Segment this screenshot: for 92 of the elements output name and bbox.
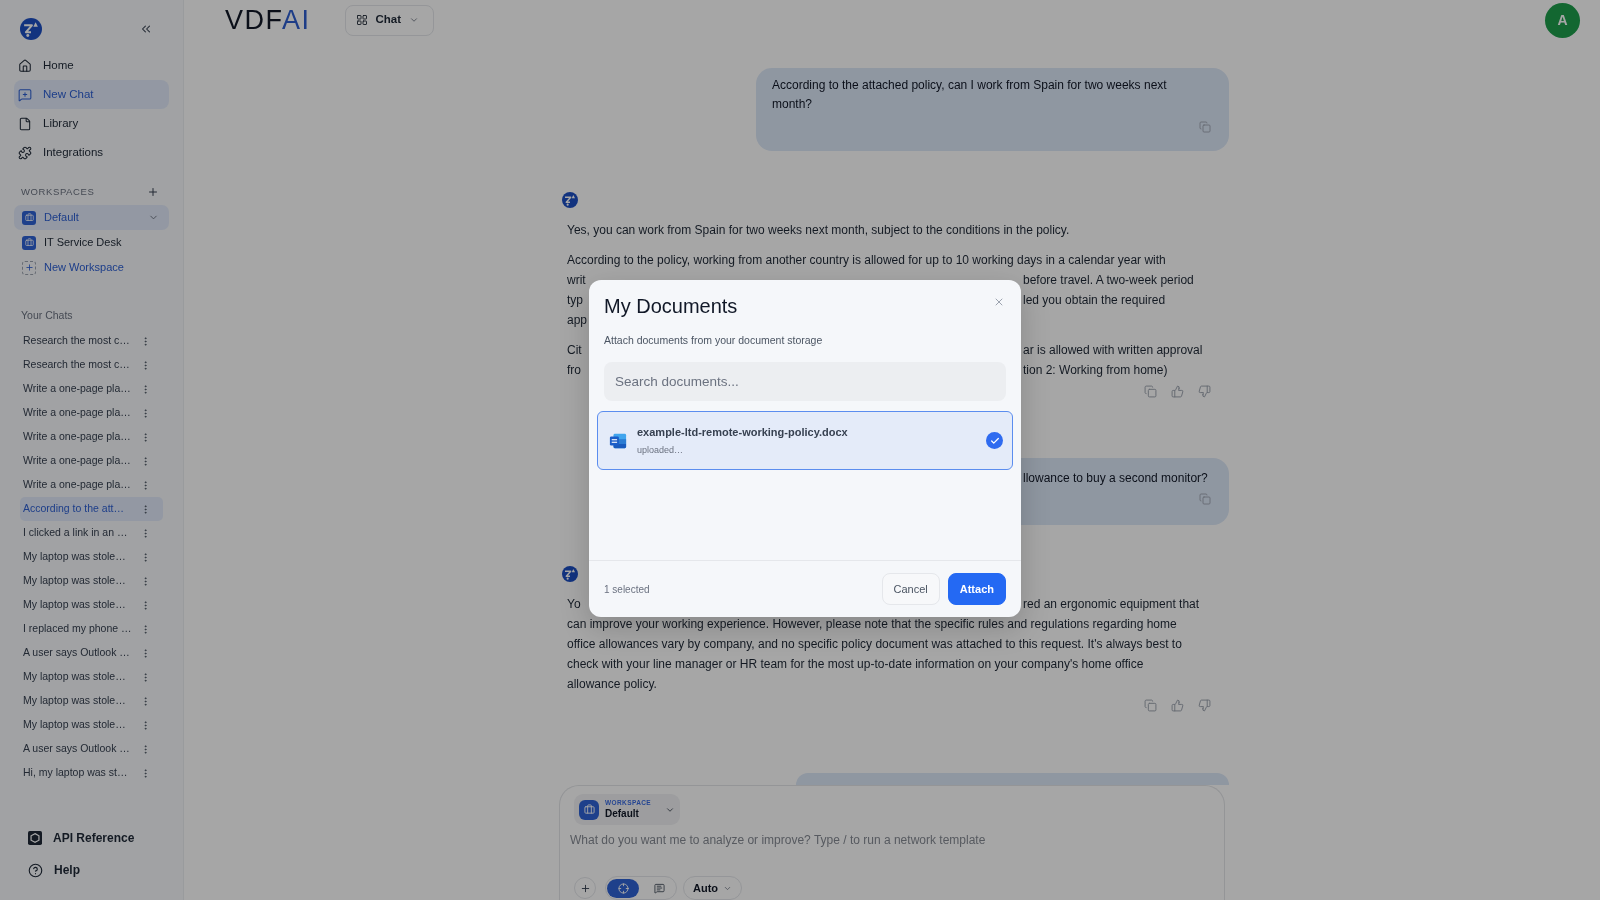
message-input[interactable]: What do you want me to analyze or improve? Type / to run a network template (570, 832, 1206, 848)
attach-button[interactable]: Attach (947, 573, 1006, 605)
chat-item[interactable]: My laptop was stole… (20, 593, 163, 617)
chat-item[interactable]: Write a one-page pla… (20, 425, 163, 449)
dialog-subtitle: Attach documents from your document storage (604, 333, 823, 347)
puzzle-icon (18, 145, 32, 160)
mode-selector[interactable]: Chat (344, 4, 434, 36)
hexagon-icon (28, 831, 42, 845)
nav-item[interactable]: Home (14, 51, 169, 80)
message-text: app (567, 313, 588, 327)
message-text: led you obtain the required (1023, 292, 1166, 309)
message-text: According to the policy, working from another country is allowed for up to 10 working days in a calendar year with (567, 252, 1166, 269)
briefcase-icon (579, 799, 599, 820)
chat-item[interactable]: Write a one-page pla… (20, 377, 163, 401)
message-text: According to the attached policy, can I work from Spain for two weeks next month? (772, 77, 1168, 113)
copy-icon[interactable] (1199, 121, 1211, 133)
chat-item[interactable]: My laptop was stole… (20, 545, 163, 569)
chat-item[interactable]: I replaced my phone … (20, 617, 163, 641)
briefcase-icon (22, 210, 36, 225)
message-text: can improve your working experience. However, please note that the specific rules and regulations regarding home office allowances vary by company, and no specific policy document was attached to this request. It's always best to check with your line manager or HR team for the most up-to-date information on your company's home office allowance policy. (567, 616, 1182, 693)
chat-item[interactable]: Write a one-page pla… (20, 473, 163, 497)
chat-item[interactable]: Hi, my laptop was st… (20, 761, 163, 785)
copy-icon[interactable] (1144, 699, 1157, 712)
workspace-item[interactable]: Default (14, 205, 169, 230)
chat-item[interactable]: A user says Outlook … (20, 737, 163, 761)
section-heading: WORKSPACES (21, 184, 95, 199)
thumbs-down-icon[interactable] (1198, 699, 1211, 712)
plus-icon (22, 260, 36, 275)
chat-item[interactable]: My laptop was stole… (20, 713, 163, 737)
chat-item[interactable]: Research the most c… (20, 329, 163, 353)
home-icon (18, 58, 32, 73)
message-icon (653, 882, 665, 894)
message-text: typ (567, 293, 583, 307)
plus-icon (579, 882, 591, 894)
message-text: ar is allowed with written approval (1023, 342, 1203, 359)
search-field[interactable]: Search documents... (604, 362, 1006, 401)
check-icon (986, 432, 1003, 449)
new-workspace-button[interactable]: New Workspace (14, 255, 169, 280)
message-text: red an ergonomic equipment that (1023, 596, 1200, 613)
thumbs-up-icon[interactable] (1171, 385, 1184, 398)
model-selector[interactable]: Auto (683, 876, 743, 900)
thumbs-down-icon[interactable] (1198, 385, 1211, 398)
sidebar-link[interactable]: API Reference (14, 822, 169, 854)
message-text: Cit (567, 343, 582, 357)
plus-icon[interactable] (147, 186, 159, 198)
assistant-avatar-icon (562, 192, 578, 208)
message-text: tion 2: Working from home) (1023, 362, 1168, 379)
copy-icon[interactable] (1144, 385, 1157, 398)
document-item[interactable]: example-ltd-remote-working-policy.docx uploaded… (597, 411, 1013, 470)
selection-count: 1 selected (604, 582, 650, 597)
message-text: Yes, you can work from Spain for two weeks next month, subject to the conditions in the policy. (567, 222, 1070, 239)
close-icon[interactable] (993, 296, 1005, 308)
cancel-button[interactable]: Cancel (881, 573, 940, 605)
file-icon (18, 116, 32, 131)
chat-plus-icon (18, 87, 32, 102)
message-text: Yo (567, 597, 581, 611)
nav-item[interactable]: New Chat (14, 80, 169, 109)
document-status: uploaded… (637, 445, 684, 456)
mode-button[interactable] (607, 878, 639, 898)
chat-item[interactable]: Write a one-page pla… (20, 401, 163, 425)
chat-item[interactable]: My laptop was stole… (20, 569, 163, 593)
logo-icon (20, 18, 42, 40)
chevrons-left-icon[interactable] (139, 22, 153, 36)
message-text: llowance to buy a second monitor? (1023, 470, 1208, 487)
chevron-down-icon (409, 15, 420, 25)
section-heading: Your Chats (21, 308, 73, 324)
workspace-item[interactable]: IT Service Desk (14, 230, 169, 255)
copy-icon[interactable] (1199, 493, 1211, 505)
sidebar-link[interactable]: Help (14, 854, 169, 886)
chat-item[interactable]: A user says Outlook … (20, 641, 163, 665)
chat-item[interactable]: According to the att… (20, 497, 163, 521)
document-name: example-ltd-remote-working-policy.docx (637, 425, 848, 439)
message-text: writ (567, 273, 586, 287)
add-button[interactable] (574, 877, 596, 899)
dialog-title: My Documents (604, 294, 738, 318)
document-icon (609, 431, 627, 450)
message-text: fro (567, 363, 581, 377)
logo: VDFAI (225, 6, 311, 34)
message-text: before travel. A two-week period (1023, 272, 1194, 289)
nav-item[interactable]: Library (14, 109, 169, 138)
chat-item[interactable]: My laptop was stole… (20, 689, 163, 713)
chat-item[interactable]: Write a one-page pla… (20, 449, 163, 473)
chat-item[interactable]: My laptop was stole… (20, 665, 163, 689)
chat-item[interactable]: Research the most c… (20, 353, 163, 377)
chat-item[interactable]: I clicked a link in an … (20, 521, 163, 545)
nav-item[interactable]: Integrations (14, 138, 169, 167)
briefcase-icon (22, 235, 36, 250)
thumbs-up-icon[interactable] (1171, 699, 1184, 712)
crosshair-icon (617, 882, 629, 894)
assistant-avatar-icon (562, 566, 578, 582)
help-icon (28, 862, 43, 878)
grid-icon (355, 14, 368, 26)
